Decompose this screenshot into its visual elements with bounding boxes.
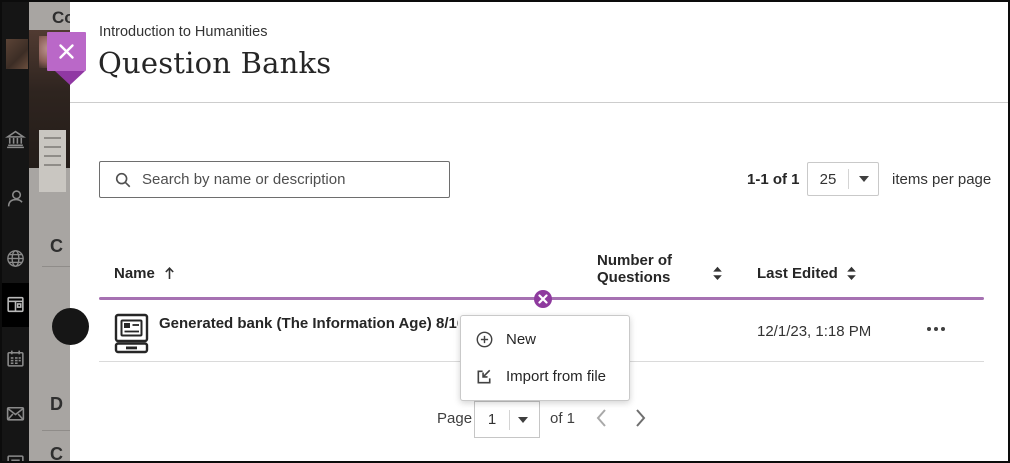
column-label: Name: [114, 265, 155, 282]
ellipsis-icon: [941, 327, 945, 331]
app-window: Co C D C Introduction to Humanities Ques…: [0, 0, 1010, 463]
page-number-select[interactable]: 1: [474, 401, 540, 438]
menu-item-label: New: [506, 331, 536, 348]
chevron-down-icon: [518, 417, 528, 423]
breadcrumb: Introduction to Humanities: [99, 24, 267, 40]
last-edited-value: 12/1/23, 1:18 PM: [757, 323, 871, 340]
panel-header: Introduction to Humanities Question Bank…: [70, 2, 1008, 103]
ellipsis-icon: [927, 327, 931, 331]
background-section-heading: D: [50, 394, 63, 415]
row-overflow-menu-button[interactable]: [921, 320, 951, 338]
search-icon: [114, 171, 132, 189]
items-per-page-label: items per page: [892, 171, 991, 188]
column-header-last-edited[interactable]: Last Edited: [757, 265, 857, 282]
institution-bank-icon[interactable]: [5, 129, 26, 150]
ellipsis-icon: [934, 327, 938, 331]
close-button-fold: [55, 71, 85, 85]
add-item-button-open[interactable]: [534, 290, 552, 308]
column-label: Questions: [597, 270, 672, 287]
previous-page-button[interactable]: [592, 406, 612, 430]
menu-item-label: Import from file: [506, 368, 606, 385]
institution-logo[interactable]: [6, 39, 28, 69]
sort-toggle-icon[interactable]: [712, 266, 723, 281]
search-input[interactable]: [142, 171, 449, 188]
background-section-heading: C: [50, 236, 63, 257]
profile-icon[interactable]: [5, 188, 26, 209]
page-of-label: of 1: [550, 410, 575, 427]
page-size-value: 25: [808, 171, 848, 188]
messages-icon[interactable]: [5, 403, 26, 424]
sort-toggle-icon: [846, 266, 857, 281]
courses-icon[interactable]: [5, 294, 26, 315]
activity-icon[interactable]: [5, 454, 26, 463]
page-label: Page: [437, 410, 472, 427]
background-avatar: [52, 308, 89, 345]
current-page-value: 1: [475, 411, 509, 428]
select-divider: [848, 169, 849, 189]
background-divider: [42, 266, 70, 267]
search-container: [99, 161, 450, 198]
results-range: 1-1 of 1: [747, 171, 800, 188]
globe-icon[interactable]: [5, 248, 26, 269]
sidebar-active-highlight: [2, 283, 29, 327]
import-file-icon: [475, 367, 494, 386]
select-divider: [509, 410, 510, 430]
tool-sidebar: [2, 2, 29, 461]
calendar-icon[interactable]: [5, 348, 26, 369]
background-document-preview: [39, 130, 66, 192]
bank-name-link[interactable]: Generated bank (The Information Age) 8/1…: [159, 315, 458, 332]
question-banks-panel: Introduction to Humanities Question Bank…: [70, 2, 1008, 461]
close-panel-button[interactable]: [47, 32, 86, 71]
menu-item-import-from-file[interactable]: Import from file: [461, 358, 629, 395]
question-bank-icon: [114, 313, 149, 354]
next-page-button[interactable]: [630, 406, 650, 430]
close-x-icon: [538, 294, 548, 304]
menu-item-new[interactable]: New: [461, 321, 629, 358]
column-header-name[interactable]: Name: [114, 265, 175, 282]
column-label: Last Edited: [757, 265, 838, 282]
add-context-menu: New Import from file: [460, 315, 630, 401]
background-course-label: Co: [52, 8, 70, 28]
chevron-down-icon: [859, 176, 869, 182]
page-size-select[interactable]: 25: [807, 162, 879, 196]
page-title: Question Banks: [98, 46, 331, 80]
background-divider: [42, 430, 70, 431]
sort-ascending-icon: [164, 266, 175, 281]
close-icon: [58, 43, 75, 60]
column-header-questions[interactable]: Number of Questions: [597, 253, 672, 286]
plus-circle-icon: [475, 330, 494, 349]
column-label: Number of: [597, 253, 672, 270]
background-section-heading: C: [50, 444, 63, 461]
